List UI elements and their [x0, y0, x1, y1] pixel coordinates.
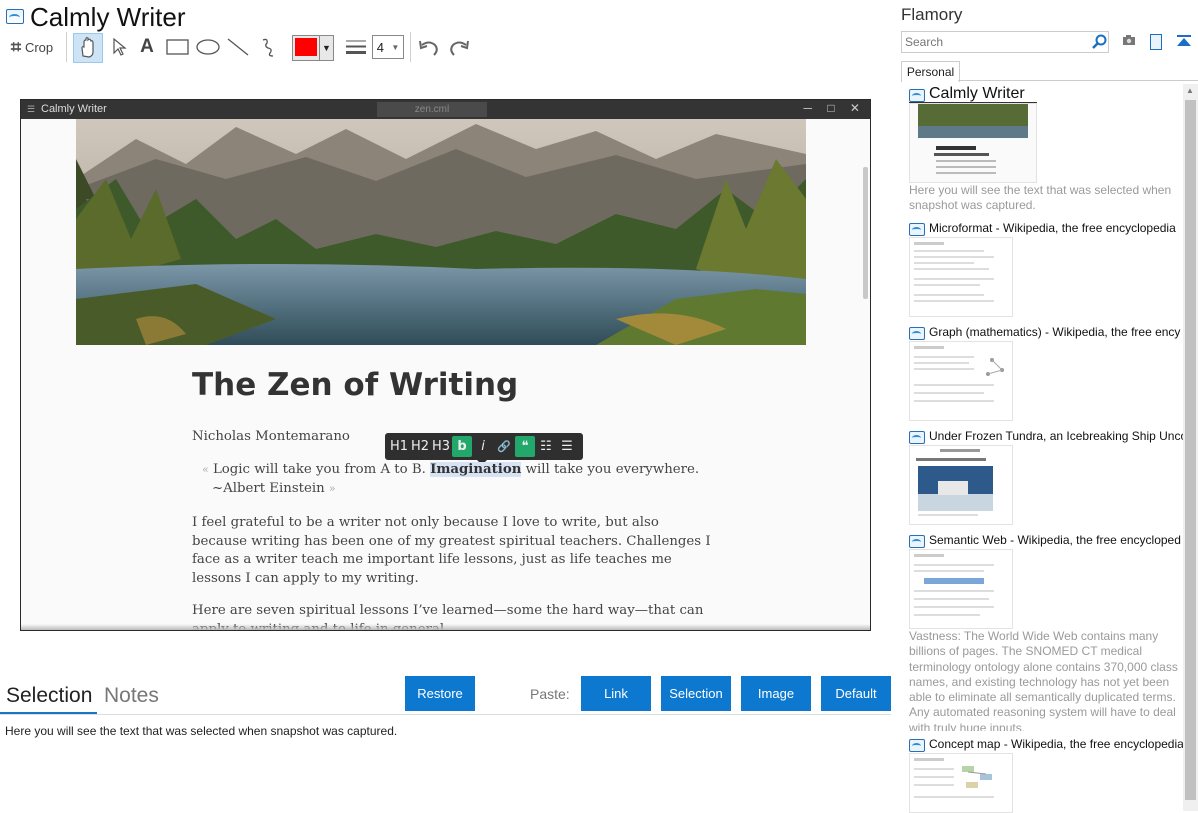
hand-tool-button[interactable] — [73, 33, 103, 63]
document-author: Nicholas Montemarano — [192, 429, 350, 444]
ellipse-tool-button[interactable] — [196, 34, 220, 60]
entry-icon — [909, 223, 925, 236]
snapshot-window: ☰ Calmly Writer zen.cml ─ □ ✕ The Zen of… — [20, 99, 871, 631]
tab-notes[interactable]: Notes — [104, 684, 159, 708]
toolbar-divider — [410, 32, 411, 62]
entry-thumbnail[interactable] — [909, 549, 1013, 629]
format-italic: i — [481, 439, 485, 454]
scroll-up-icon[interactable]: ▲ — [1186, 86, 1194, 95]
divider — [0, 714, 891, 715]
rectangle-tool-button[interactable] — [166, 34, 190, 60]
freehand-tool-button[interactable] — [256, 34, 280, 60]
line-icon — [227, 38, 249, 56]
redo-icon — [450, 40, 469, 56]
select-arrow-button[interactable] — [108, 34, 130, 60]
entry-title[interactable]: Graph (mathematics) - Wikipedia, the fre… — [929, 325, 1183, 339]
entry-title[interactable]: Under Frozen Tundra, an Icebreaking Ship… — [929, 429, 1183, 443]
search-input[interactable] — [901, 31, 1109, 53]
window-title: Calmly Writer — [41, 103, 107, 115]
paste-selection-button[interactable]: Selection — [661, 676, 731, 711]
entry-title[interactable]: Calmly Writer — [929, 85, 1025, 103]
color-picker[interactable]: ▼ — [292, 35, 334, 61]
paste-label: Paste: — [530, 686, 570, 702]
crop-icon: ⌗ — [10, 36, 21, 57]
document-title: The Zen of Writing — [192, 367, 519, 403]
search-icon[interactable] — [1092, 34, 1108, 53]
paragraph: I feel grateful to be a writer not only … — [192, 515, 711, 587]
entry-icon — [909, 327, 925, 340]
line-tool-button[interactable] — [226, 34, 250, 60]
entry-title[interactable]: Concept map - Wikipedia, the free encycl… — [929, 737, 1183, 751]
paste-image-button[interactable]: Image — [741, 676, 811, 711]
numbered-list-icon: ☰ — [561, 439, 573, 454]
entry-title[interactable]: Semantic Web - Wikipedia, the free encyc… — [929, 533, 1183, 547]
divider — [958, 80, 1198, 81]
selection-text: Here you will see the text that was sele… — [5, 724, 398, 738]
quote-line-1: « Logic will take you from A to B. Imagi… — [202, 462, 700, 477]
window-scrollbar — [863, 167, 868, 299]
text-icon: A — [140, 36, 154, 57]
hand-icon — [81, 37, 94, 58]
line-width-select[interactable]: 4 ▼ — [372, 35, 404, 59]
entry-thumbnail[interactable] — [909, 341, 1013, 421]
selected-text: Imagination — [430, 462, 522, 477]
format-h3: H3 — [431, 439, 451, 454]
hero-image — [76, 119, 806, 345]
window-controls: ─ □ ✕ — [803, 101, 866, 115]
camera-icon[interactable] — [1122, 34, 1136, 49]
quote-line-2: ~Albert Einstein » — [212, 481, 336, 496]
page-title: Calmly Writer — [30, 2, 186, 32]
window-filename: zen.cml — [377, 102, 487, 117]
pointer-icon — [113, 37, 127, 56]
window-titlebar: ☰ Calmly Writer zen.cml ─ □ ✕ — [21, 100, 870, 119]
entry-description: Here you will see the text that was sele… — [909, 183, 1172, 213]
ellipse-icon — [196, 39, 220, 55]
format-h1: H1 — [389, 439, 409, 454]
panel-scrollbar-thumb[interactable] — [1185, 100, 1196, 800]
scroll-to-top-icon[interactable] — [1176, 34, 1192, 51]
panel-title: Flamory — [901, 5, 963, 24]
undo-button[interactable] — [416, 34, 442, 60]
line-width-icon — [344, 34, 368, 60]
redo-button[interactable] — [446, 34, 472, 60]
entry-description: Vastness: The World Wide Web contains ma… — [909, 629, 1178, 731]
restore-button[interactable]: Restore — [405, 676, 475, 711]
bullet-list-icon: ☷ — [540, 439, 552, 454]
paste-link-button[interactable]: Link — [581, 676, 651, 711]
quote-icon: ❝ — [515, 436, 535, 457]
color-swatch — [295, 38, 317, 56]
entry-icon — [909, 535, 925, 548]
chevron-down-icon: ▼ — [391, 42, 400, 52]
entry-thumbnail[interactable] — [909, 237, 1013, 317]
tab-personal[interactable]: Personal — [901, 61, 960, 82]
link-icon: 🔗 — [497, 440, 511, 453]
entry-title[interactable]: Microformat - Wikipedia, the free encycl… — [929, 221, 1183, 235]
window-edge — [21, 624, 870, 630]
text-tool-button[interactable]: A — [136, 34, 158, 60]
rectangle-icon — [166, 39, 189, 55]
page-icon[interactable] — [1150, 34, 1162, 50]
crop-label: Crop — [24, 39, 54, 55]
entry-icon — [909, 89, 925, 102]
entry-icon — [909, 431, 925, 444]
freehand-icon — [262, 38, 274, 57]
chevron-down-icon: ▼ — [319, 36, 333, 60]
entry-thumbnail[interactable] — [909, 445, 1013, 525]
undo-icon — [419, 40, 438, 56]
toolbar-divider — [66, 32, 67, 62]
format-toolbar: H1 H2 H3 b i 🔗 ❝ ☷ ☰ — [385, 433, 583, 465]
line-width-value: 4 — [376, 39, 384, 55]
entry-icon — [909, 739, 925, 752]
format-bold: b — [452, 436, 472, 457]
paste-default-button[interactable]: Default — [821, 676, 891, 711]
menu-icon: ☰ — [27, 104, 36, 114]
format-h2: H2 — [410, 439, 430, 454]
entry-thumbnail[interactable] — [909, 753, 1013, 813]
entry-thumbnail[interactable] — [909, 103, 1037, 183]
tab-selection[interactable]: Selection — [6, 684, 92, 708]
app-logo-icon — [6, 9, 24, 24]
crop-button[interactable]: ⌗ Crop — [6, 34, 58, 60]
